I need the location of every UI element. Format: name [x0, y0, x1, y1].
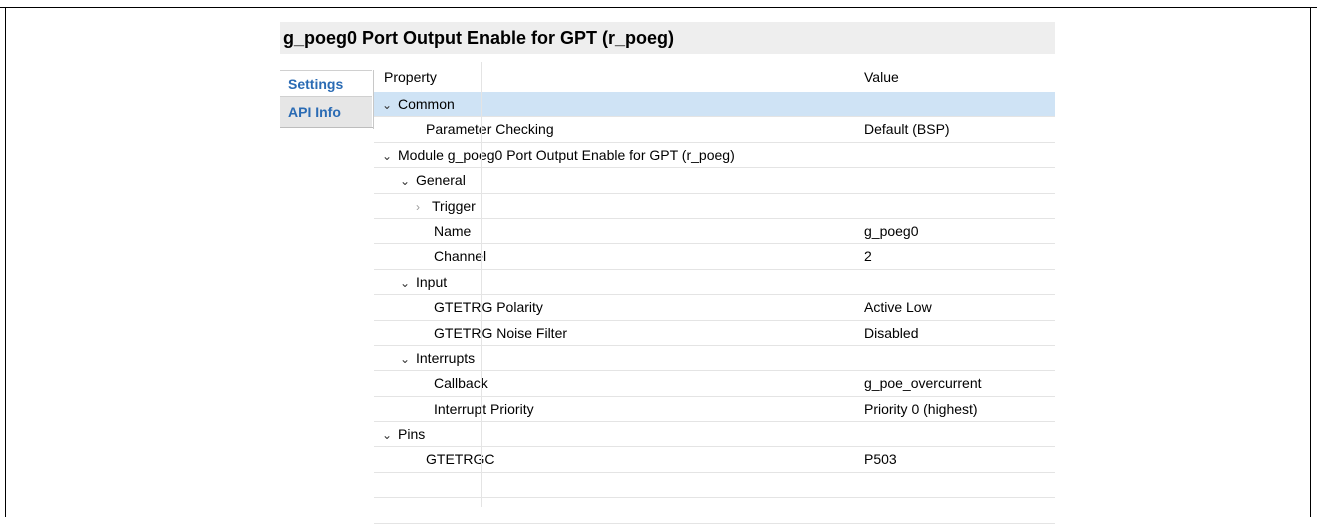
- property-label: Interrupts: [416, 349, 476, 366]
- frame-top-border: [0, 7, 1317, 8]
- page-title: g_poeg0 Port Output Enable for GPT (r_po…: [280, 22, 1055, 54]
- table-row[interactable]: Interrupt Priority Priority 0 (highest): [374, 397, 1055, 423]
- property-label: Module g_poeg0 Port Output Enable for GP…: [398, 146, 735, 163]
- property-label: Name: [434, 222, 472, 239]
- property-label: GTETRGC: [426, 451, 495, 468]
- property-cell: Interrupt Priority: [434, 401, 534, 417]
- property-cell: › Trigger: [416, 198, 476, 214]
- side-tabs: Settings API Info: [280, 70, 372, 128]
- value-cell[interactable]: 2: [864, 248, 872, 264]
- column-header-property[interactable]: Property: [384, 69, 437, 85]
- table-row[interactable]: [374, 473, 1055, 499]
- chevron-down-icon[interactable]: ⌄: [382, 428, 398, 442]
- property-cell: GTETRGC: [426, 451, 494, 467]
- column-header-value[interactable]: Value: [864, 69, 899, 85]
- property-cell: Callback: [434, 375, 488, 391]
- table-row[interactable]: GTETRG Noise Filter Disabled: [374, 321, 1055, 346]
- chevron-down-icon[interactable]: ⌄: [400, 276, 416, 290]
- table-row[interactable]: Parameter Checking Default (BSP): [374, 117, 1055, 143]
- property-cell: ⌄ General: [400, 172, 466, 188]
- value-cell[interactable]: Priority 0 (highest): [864, 401, 978, 417]
- table-body: ⌄ Common Parameter Checking Default (BSP) ⌄ M…: [374, 92, 1055, 524]
- property-cell: ⌄ Pins: [382, 426, 425, 442]
- table-row[interactable]: ⌄ Common: [374, 92, 1055, 118]
- property-label: Callback: [434, 375, 488, 392]
- property-cell: ⌄ Module g_poeg0 Port Output Enable for G…: [382, 147, 735, 163]
- properties-table: Property Value ⌄ Common Parameter Checking…: [374, 62, 1055, 524]
- property-cell: Parameter Checking: [426, 121, 554, 137]
- property-cell: Channel: [434, 248, 486, 264]
- property-label: Input: [416, 273, 448, 290]
- property-label: Pins: [398, 426, 426, 443]
- frame-left-border: [5, 7, 6, 517]
- property-label: Interrupt Priority: [434, 400, 534, 417]
- tab-settings[interactable]: Settings: [280, 70, 372, 97]
- table-row[interactable]: GTETRGC P503: [374, 447, 1055, 473]
- column-separator: [481, 62, 482, 507]
- table-row[interactable]: ⌄ Pins: [374, 422, 1055, 448]
- property-cell: GTETRG Polarity: [434, 299, 543, 315]
- value-cell[interactable]: P503: [864, 451, 897, 467]
- property-cell: GTETRG Noise Filter: [434, 325, 567, 341]
- table-row[interactable]: ⌄ Interrupts: [374, 346, 1055, 372]
- table-row[interactable]: › Trigger: [374, 194, 1055, 219]
- property-cell: Name: [434, 223, 471, 239]
- property-label: Trigger: [432, 197, 476, 214]
- value-cell[interactable]: Active Low: [864, 299, 932, 315]
- chevron-right-icon[interactable]: ›: [416, 200, 432, 214]
- property-cell: ⌄ Common: [382, 96, 455, 112]
- chevron-down-icon[interactable]: ⌄: [400, 174, 416, 188]
- table-header: Property Value: [374, 62, 1055, 92]
- value-cell[interactable]: Disabled: [864, 325, 918, 341]
- table-row[interactable]: ⌄ Module g_poeg0 Port Output Enable for G…: [374, 143, 1055, 169]
- value-cell[interactable]: Default (BSP): [864, 121, 950, 137]
- chevron-down-icon[interactable]: ⌄: [382, 98, 398, 112]
- value-cell[interactable]: g_poe_overcurrent: [864, 375, 982, 391]
- chevron-down-icon[interactable]: ⌄: [400, 352, 416, 366]
- property-label: Parameter Checking: [426, 121, 554, 138]
- property-label: Channel: [434, 248, 487, 265]
- chevron-down-icon[interactable]: ⌄: [382, 149, 398, 163]
- property-label: General: [416, 172, 466, 189]
- tab-divider: [280, 127, 373, 128]
- property-cell: ⌄ Input: [400, 274, 447, 290]
- property-label: GTETRG Noise Filter: [434, 324, 568, 341]
- table-row[interactable]: Name g_poeg0: [374, 219, 1055, 245]
- property-cell: ⌄ Interrupts: [400, 350, 475, 366]
- table-row[interactable]: Callback g_poe_overcurrent: [374, 371, 1055, 397]
- frame-right-border: [1310, 7, 1311, 517]
- value-cell[interactable]: g_poeg0: [864, 223, 919, 239]
- table-row[interactable]: Channel 2: [374, 244, 1055, 270]
- table-row[interactable]: ⌄ Input: [374, 270, 1055, 296]
- property-label: GTETRG Polarity: [434, 299, 543, 316]
- table-row[interactable]: [374, 498, 1055, 524]
- table-row[interactable]: ⌄ General: [374, 168, 1055, 194]
- table-row[interactable]: GTETRG Polarity Active Low: [374, 295, 1055, 321]
- property-label: Common: [398, 96, 455, 112]
- tab-api-info[interactable]: API Info: [280, 97, 372, 128]
